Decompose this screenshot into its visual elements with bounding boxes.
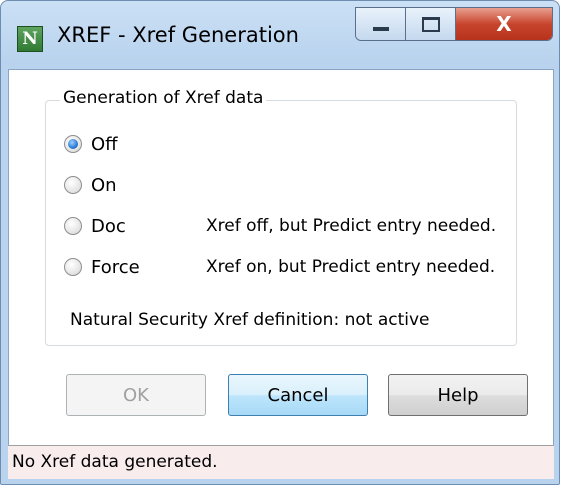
maximize-icon bbox=[421, 16, 440, 32]
security-status-text: Natural Security Xref definition: not ac… bbox=[70, 310, 430, 330]
radio-button-icon[interactable] bbox=[64, 135, 82, 153]
dialog-client-area: Generation of Xref data Off On Doc Xref … bbox=[8, 69, 554, 475]
close-icon: X bbox=[496, 12, 512, 36]
group-legend: Generation of Xref data bbox=[60, 88, 267, 108]
radio-option-doc[interactable]: Doc Xref off, but Predict entry needed. bbox=[64, 214, 496, 238]
radio-option-off[interactable]: Off bbox=[64, 132, 118, 156]
title-bar[interactable]: N XREF - Xref Generation X bbox=[1, 1, 559, 69]
radio-label: Doc bbox=[91, 215, 126, 237]
radio-label: On bbox=[91, 174, 117, 196]
radio-description: Xref off, but Predict entry needed. bbox=[206, 216, 497, 236]
dialog-window: N XREF - Xref Generation X Generation of… bbox=[0, 0, 560, 485]
radio-option-on[interactable]: On bbox=[64, 173, 117, 197]
radio-label: Force bbox=[91, 256, 140, 278]
maximize-button[interactable] bbox=[406, 8, 456, 40]
natural-app-icon[interactable]: N bbox=[17, 26, 43, 52]
radio-description: Xref on, but Predict entry needed. bbox=[206, 257, 496, 277]
close-button[interactable]: X bbox=[456, 8, 552, 40]
window-title: XREF - Xref Generation bbox=[57, 23, 299, 47]
radio-button-icon[interactable] bbox=[64, 258, 82, 276]
minimize-button[interactable] bbox=[356, 8, 406, 40]
radio-option-force[interactable]: Force Xref on, but Predict entry needed. bbox=[64, 255, 495, 279]
caption-buttons: X bbox=[355, 7, 553, 41]
minimize-icon bbox=[372, 27, 389, 31]
radio-button-icon[interactable] bbox=[64, 176, 82, 194]
cancel-button[interactable]: Cancel bbox=[228, 374, 368, 416]
radio-button-icon[interactable] bbox=[64, 217, 82, 235]
status-bar: No Xref data generated. bbox=[8, 445, 554, 479]
ok-button[interactable]: OK bbox=[66, 374, 206, 416]
xref-generation-group: Generation of Xref data Off On Doc Xref … bbox=[45, 88, 517, 346]
help-button[interactable]: Help bbox=[388, 374, 528, 416]
radio-label: Off bbox=[91, 133, 118, 155]
